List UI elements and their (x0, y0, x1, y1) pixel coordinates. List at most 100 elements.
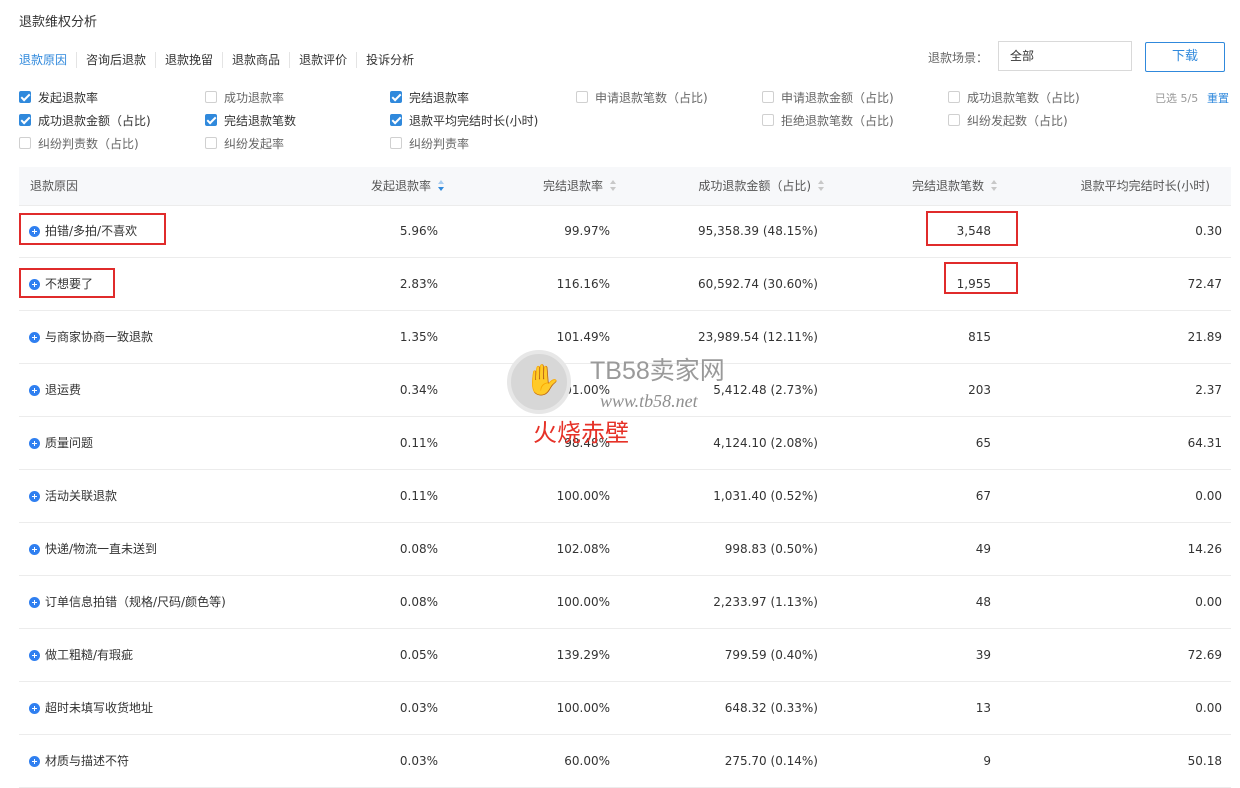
metric-checkbox[interactable]: 成功退款笔数（占比) (948, 89, 1080, 105)
checkbox-icon[interactable] (762, 114, 774, 126)
success-amount-cell: 648.32 (0.33%) (724, 701, 818, 715)
expand-icon[interactable] (29, 702, 40, 714)
sort-icon[interactable] (610, 180, 617, 191)
sort-icon[interactable] (991, 180, 998, 191)
metric-checkbox[interactable]: 成功退款金额（占比) (19, 112, 151, 128)
success-amount-cell: 1,031.40 (0.52%) (713, 489, 818, 503)
avg-duration-cell: 0.00 (1195, 489, 1222, 503)
reason-cell[interactable]: 材质与描述不符 (29, 735, 129, 787)
complete-rate-cell: 100.00% (556, 489, 610, 503)
metric-checkbox[interactable]: 退款平均完结时长(小时) (390, 112, 538, 128)
checkbox-icon[interactable] (576, 91, 588, 103)
checkbox-icon[interactable] (762, 91, 774, 103)
checkbox-icon[interactable] (948, 91, 960, 103)
complete-count-cell: 1,955 (956, 277, 991, 291)
expand-icon[interactable] (29, 755, 40, 767)
sort-icon[interactable] (818, 180, 825, 191)
success-amount-cell: 998.83 (0.50%) (724, 542, 818, 556)
reason-cell[interactable]: 与商家协商一致退款 (29, 311, 153, 363)
expand-icon[interactable] (29, 225, 40, 237)
metric-label: 纠纷判责率 (409, 136, 470, 151)
expand-icon[interactable] (29, 596, 40, 608)
table-row: 活动关联退款 0.11% 100.00% 1,031.40 (0.52%) 67… (19, 470, 1231, 523)
checkbox-icon[interactable] (19, 114, 31, 126)
metric-checkbox[interactable]: 纠纷判责数（占比) (19, 135, 139, 151)
reason-cell[interactable]: 订单信息拍错（规格/尺码/颜色等) (29, 576, 226, 628)
avg-duration-cell: 0.30 (1195, 224, 1222, 238)
metric-checkbox[interactable]: 申请退款笔数（占比) (576, 89, 708, 105)
metric-checkbox[interactable]: 拒绝退款笔数（占比) (762, 112, 894, 128)
avg-duration-cell: 21.89 (1187, 330, 1222, 344)
metric-checkbox[interactable]: 成功退款率 (205, 89, 284, 105)
initiate-rate-cell: 0.08% (399, 542, 438, 556)
expand-icon[interactable] (29, 649, 40, 661)
selected-count: 已选 5/5 (1155, 92, 1199, 105)
metric-checkbox[interactable]: 申请退款金额（占比) (762, 89, 894, 105)
checkbox-icon[interactable] (948, 114, 960, 126)
reason-cell[interactable]: 做工粗糙/有瑕疵 (29, 629, 133, 681)
tab-refund-reason[interactable]: 退款原因 (19, 52, 76, 68)
avg-duration-cell: 72.47 (1187, 277, 1222, 291)
complete-count-cell: 67 (975, 489, 991, 503)
reason-cell[interactable]: 质量问题 (29, 417, 93, 469)
reason-cell[interactable]: 活动关联退款 (29, 470, 117, 522)
table-row: 超时未填写收货地址 0.03% 100.00% 648.32 (0.33%) 1… (19, 682, 1231, 735)
metric-label: 拒绝退款笔数（占比) (781, 113, 894, 128)
reason-cell[interactable]: 拍错/多拍/不喜欢 (29, 205, 137, 257)
reset-link[interactable]: 重置 (1207, 90, 1229, 106)
metric-label: 纠纷发起数（占比) (967, 113, 1068, 128)
checkbox-icon[interactable] (205, 91, 217, 103)
checkbox-icon[interactable] (390, 114, 402, 126)
tab-refund-products[interactable]: 退款商品 (222, 52, 289, 68)
complete-count-cell: 203 (968, 383, 991, 397)
tab-refund-reviews[interactable]: 退款评价 (289, 52, 356, 68)
complete-rate-cell: 102.08% (556, 542, 610, 556)
metric-checkbox[interactable]: 发起退款率 (19, 89, 98, 105)
table-header: 退款原因 发起退款率 完结退款率 成功退款金额（占比) 完结退款笔数 退款平均完… (19, 167, 1231, 206)
column-header-success-amount[interactable]: 成功退款金额（占比) (698, 167, 825, 205)
tab-refund-after-inquiry[interactable]: 咨询后退款 (76, 52, 155, 68)
column-header-initiate-rate[interactable]: 发起退款率 (371, 167, 445, 205)
metric-label: 完结退款率 (409, 90, 470, 105)
metric-checkbox[interactable]: 纠纷发起率 (205, 135, 284, 151)
table-row: 拍错/多拍/不喜欢 5.96% 99.97% 95,358.39 (48.15%… (19, 205, 1231, 258)
tab-complaint-analysis[interactable]: 投诉分析 (356, 52, 423, 68)
expand-icon[interactable] (29, 437, 40, 449)
table-row: 不想要了 2.83% 116.16% 60,592.74 (30.60%) 1,… (19, 258, 1231, 311)
metric-checkbox[interactable]: 纠纷发起数（占比) (948, 112, 1068, 128)
scene-select[interactable]: 全部 (998, 41, 1132, 71)
metric-checkbox[interactable]: 完结退款笔数 (205, 112, 296, 128)
checkbox-icon[interactable] (390, 137, 402, 149)
expand-icon[interactable] (29, 384, 40, 396)
initiate-rate-cell: 0.03% (399, 701, 438, 715)
checkbox-icon[interactable] (205, 137, 217, 149)
checkbox-icon[interactable] (205, 114, 217, 126)
metric-label: 纠纷判责数（占比) (38, 136, 139, 151)
download-button[interactable]: 下载 (1145, 42, 1225, 72)
column-header-complete-count[interactable]: 完结退款笔数 (912, 167, 998, 205)
metric-checkbox[interactable]: 纠纷判责率 (390, 135, 469, 151)
column-header-complete-rate[interactable]: 完结退款率 (543, 167, 617, 205)
checkbox-icon[interactable] (19, 91, 31, 103)
success-amount-cell: 4,124.10 (2.08%) (713, 436, 818, 450)
reason-cell[interactable]: 退运费 (29, 364, 81, 416)
reason-cell[interactable]: 超时未填写收货地址 (29, 682, 153, 734)
checkbox-icon[interactable] (19, 137, 31, 149)
complete-rate-cell: 100.00% (556, 595, 610, 609)
expand-icon[interactable] (29, 331, 40, 343)
metric-label: 成功退款率 (224, 90, 285, 105)
reason-cell[interactable]: 快递/物流一直未送到 (29, 523, 157, 575)
initiate-rate-cell: 2.83% (399, 277, 438, 291)
checkbox-icon[interactable] (390, 91, 402, 103)
expand-icon[interactable] (29, 278, 40, 290)
tab-refund-retention[interactable]: 退款挽留 (155, 52, 222, 68)
table-row: 做工粗糙/有瑕疵 0.05% 139.29% 799.59 (0.40%) 39… (19, 629, 1231, 682)
complete-count-cell: 3,548 (956, 224, 991, 238)
expand-icon[interactable] (29, 543, 40, 555)
expand-icon[interactable] (29, 490, 40, 502)
reason-cell[interactable]: 不想要了 (29, 258, 93, 310)
metric-checkbox[interactable]: 完结退款率 (390, 89, 469, 105)
metric-label: 申请退款金额（占比) (781, 90, 894, 105)
success-amount-cell: 95,358.39 (48.15%) (697, 224, 818, 238)
sort-icon[interactable] (438, 180, 445, 191)
